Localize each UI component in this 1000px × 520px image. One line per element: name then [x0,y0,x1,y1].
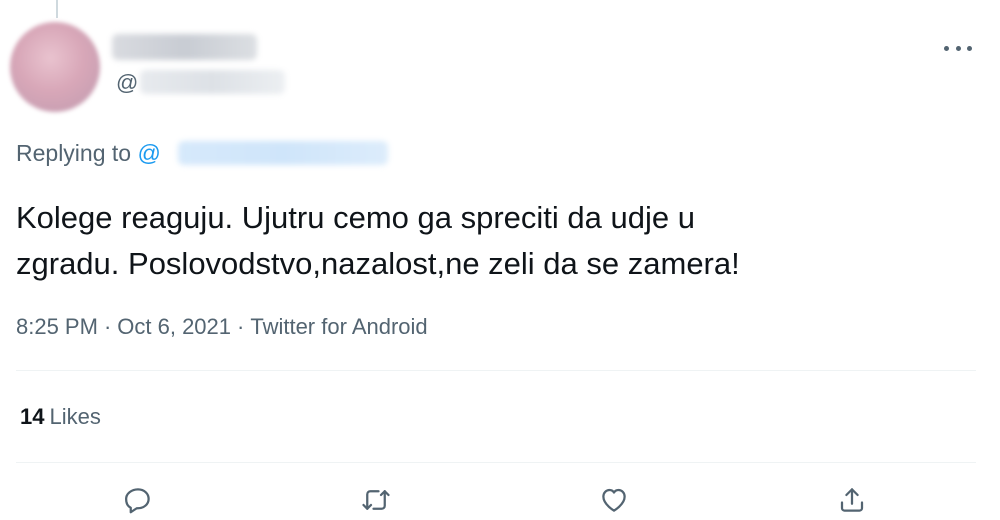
retweet-button[interactable] [356,480,396,520]
replying-to-label: Replying to [16,140,132,166]
blurred-reply-mention[interactable] [178,141,388,165]
tweet-text: Kolege reaguju. Ujutru cemo ga spreciti … [16,200,740,281]
like-icon [602,488,626,512]
tweet-date[interactable]: Oct 6, 2021 [117,314,231,339]
thread-connector-line [56,0,58,18]
likes-label: Likes [49,404,101,429]
tweet-source[interactable]: Twitter for Android [250,314,427,339]
divider [16,370,976,371]
avatar[interactable] [10,22,100,112]
share-button[interactable] [832,480,872,520]
tweet-time[interactable]: 8:25 PM [16,314,98,339]
meta-separator: · [103,314,112,339]
reply-mention-prefix[interactable]: @ [137,140,160,166]
divider [16,462,976,463]
reply-button[interactable] [118,480,158,520]
handle-prefix: @ [116,70,139,95]
like-button[interactable] [594,480,634,520]
share-icon [840,488,864,512]
blurred-display-name[interactable] [112,34,257,60]
more-options-icon[interactable] [944,44,972,52]
replying-to-line: Replying to @ [16,140,161,167]
reply-icon [125,488,150,514]
meta-separator: · [237,314,245,339]
tweet-meta: 8:25 PM · Oct 6, 2021 · Twitter for Android [16,314,428,340]
retweet-icon [362,490,390,510]
likes-count: 14 [20,404,45,429]
blurred-handle[interactable] [140,70,285,94]
likes-stat[interactable]: 14 Likes [20,404,101,430]
